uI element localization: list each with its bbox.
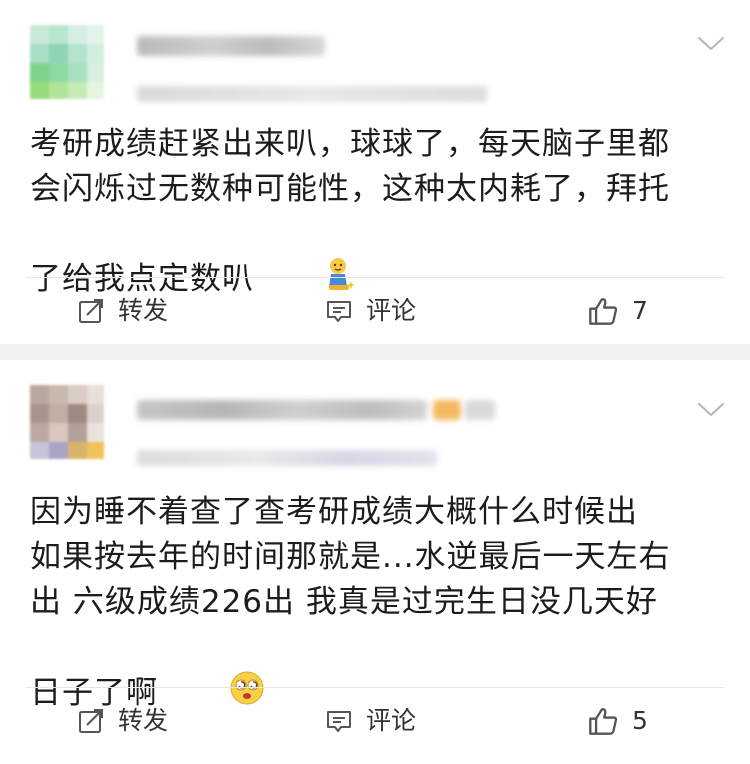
- repost-button[interactable]: 转发: [78, 281, 168, 341]
- action-bar: 转发 评论 7: [0, 281, 750, 341]
- comment-label: 评论: [366, 706, 417, 735]
- repost-button[interactable]: 转发: [78, 691, 168, 751]
- timestamp-blurred: [137, 86, 487, 102]
- comment-button[interactable]: 评论: [326, 691, 416, 751]
- thumbs-up-icon: [589, 708, 618, 735]
- like-count: 5: [632, 706, 648, 735]
- comment-icon: [327, 711, 351, 732]
- like-button[interactable]: 7: [588, 281, 648, 341]
- repost-label: 转发: [118, 296, 169, 325]
- repost-icon: [79, 709, 103, 733]
- divider: [26, 277, 724, 278]
- chevron-down-icon[interactable]: [697, 402, 725, 418]
- comment-button[interactable]: 评论: [326, 281, 416, 341]
- post-text-body: 因为睡不着查了查考研成绩大概什么时候出 如果按去年的时间那就是...水逆最后一天…: [30, 494, 671, 711]
- divider: [26, 687, 724, 688]
- timestamp-blurred: [137, 450, 437, 466]
- like-count: 7: [632, 296, 648, 325]
- avatar[interactable]: [30, 385, 104, 459]
- comment-icon: [327, 301, 351, 322]
- post-card: 考研成绩赶紧出来叭，球球了，每天脑子里都 会闪烁过无数种可能性，这种太内耗了，拜…: [0, 0, 750, 344]
- repost-label: 转发: [118, 706, 169, 735]
- username-blurred[interactable]: [137, 36, 325, 56]
- comment-label: 评论: [366, 296, 417, 325]
- post-card: 因为睡不着查了查考研成绩大概什么时候出 如果按去年的时间那就是...水逆最后一天…: [0, 360, 750, 747]
- like-button[interactable]: 5: [588, 691, 648, 751]
- vip-badge-blurred: [433, 400, 461, 420]
- username-blurred[interactable]: [137, 400, 427, 420]
- thumbs-up-icon: [589, 298, 618, 325]
- chevron-down-icon[interactable]: [697, 36, 725, 52]
- badge-blurred: [465, 400, 495, 420]
- repost-icon: [79, 299, 103, 323]
- avatar[interactable]: [30, 25, 104, 99]
- action-bar: 转发 评论 5: [0, 691, 750, 751]
- post-separator: [0, 344, 750, 360]
